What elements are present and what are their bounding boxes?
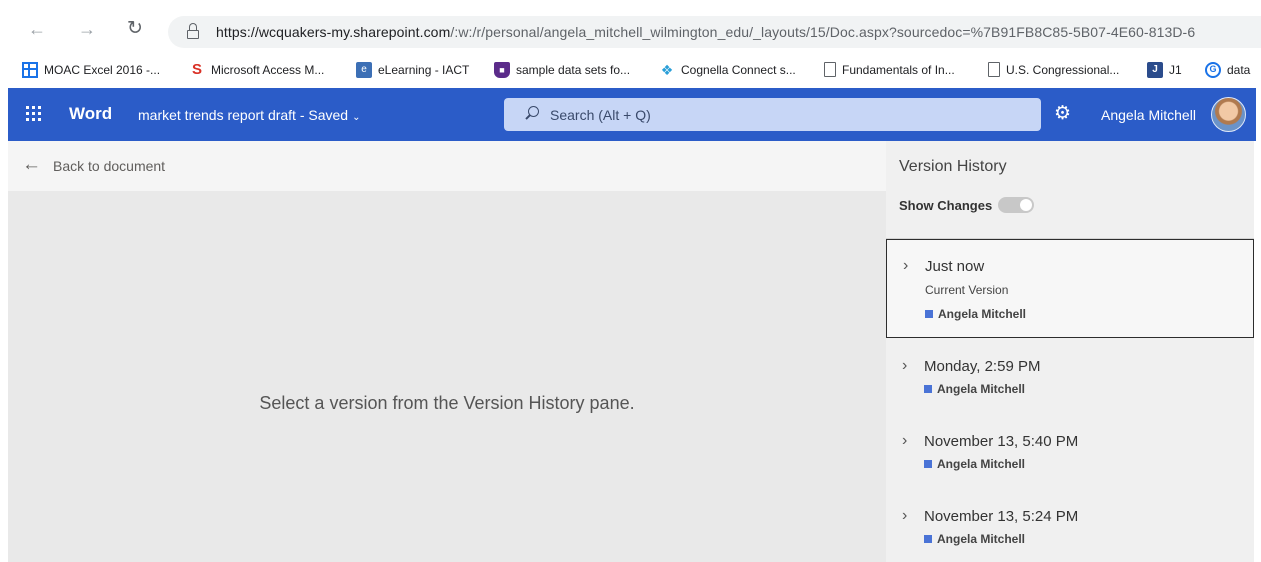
author-color-swatch xyxy=(925,310,933,318)
app-launcher-icon[interactable] xyxy=(26,106,42,122)
version-item[interactable]: › November 13, 5:24 PM Angela Mitchell xyxy=(886,496,1254,562)
toggle-knob xyxy=(1020,199,1032,211)
back-arrow-icon[interactable]: ← xyxy=(26,18,48,40)
bookmark-microsoft-access[interactable]: S Microsoft Access M... xyxy=(189,60,324,80)
version-author: Angela Mitchell xyxy=(924,382,1025,396)
page-icon xyxy=(988,62,1000,78)
bookmark-data[interactable]: Gdata xyxy=(1205,60,1250,80)
bookmark-fundamentals[interactable]: Fundamentals of In... xyxy=(824,60,955,80)
reload-icon[interactable]: ↻ xyxy=(124,18,146,40)
version-history-pane: Version History Show Changes › Just now … xyxy=(886,141,1254,562)
search-icon xyxy=(524,106,540,122)
shield-icon: ■ xyxy=(494,61,510,78)
bookmark-cognella[interactable]: ❖ Cognella Connect s... xyxy=(659,60,796,80)
bookmark-sample-data[interactable]: ■ sample data sets fo... xyxy=(494,60,630,80)
version-time: Monday, 2:59 PM xyxy=(924,358,1041,375)
chevron-down-icon: ⌄ xyxy=(352,112,361,123)
lock-icon xyxy=(186,23,200,39)
back-label: Back to document xyxy=(53,158,166,174)
version-author: Angela Mitchell xyxy=(924,457,1025,471)
chevron-right-icon[interactable]: › xyxy=(903,257,908,275)
search-placeholder: Search (Alt + Q) xyxy=(550,107,651,123)
gear-icon[interactable]: ⚙ xyxy=(1054,104,1071,124)
back-arrow-icon: ← xyxy=(22,154,41,175)
version-time: November 13, 5:40 PM xyxy=(924,433,1079,450)
g-logo-icon: G xyxy=(1205,61,1221,78)
forward-arrow-icon[interactable]: → xyxy=(76,18,98,40)
url-text: https://wcquakers-my.sharepoint.com/:w:/… xyxy=(216,24,1196,40)
address-bar[interactable]: https://wcquakers-my.sharepoint.com/:w:/… xyxy=(168,16,1261,48)
bookmarks-bar: MOAC Excel 2016 -... S Microsoft Access M… xyxy=(0,52,1261,88)
word-header: Word market trends report draft - Saved ⌄… xyxy=(8,88,1256,141)
avatar[interactable] xyxy=(1211,97,1246,132)
s-logo-icon: S xyxy=(191,60,202,78)
j-logo-icon: J xyxy=(1147,61,1163,78)
user-name[interactable]: Angela Mitchell xyxy=(1101,107,1196,123)
bookmark-j1[interactable]: J J1 xyxy=(1147,60,1182,80)
document-canvas: Select a version from the Version Histor… xyxy=(8,191,886,562)
browser-toolbar: ← → ↻ https://wcquakers-my.sharepoint.co… xyxy=(0,0,1261,52)
diamond-icon: ❖ xyxy=(660,61,674,78)
version-item[interactable]: › Monday, 2:59 PM Angela Mitchell xyxy=(886,346,1254,416)
grid-icon xyxy=(22,61,38,78)
version-time: November 13, 5:24 PM xyxy=(924,508,1079,525)
author-color-swatch xyxy=(924,385,932,393)
bookmark-congressional[interactable]: U.S. Congressional... xyxy=(988,60,1119,80)
bookmark-elearning[interactable]: e eLearning - IACT xyxy=(356,60,469,80)
app-name[interactable]: Word xyxy=(69,104,112,124)
version-time: Just now xyxy=(925,258,985,275)
bookmark-moac-excel[interactable]: MOAC Excel 2016 -... xyxy=(22,60,160,80)
chevron-right-icon[interactable]: › xyxy=(902,507,907,525)
version-item-current[interactable]: › Just now Current Version Angela Mitche… xyxy=(886,239,1254,338)
pane-title: Version History xyxy=(899,158,1007,175)
show-changes-toggle[interactable] xyxy=(998,197,1034,213)
author-color-swatch xyxy=(924,535,932,543)
version-item[interactable]: › November 13, 5:40 PM Angela Mitchell xyxy=(886,421,1254,491)
version-subtitle: Current Version xyxy=(925,283,1009,297)
empty-state-message: Select a version from the Version Histor… xyxy=(259,393,635,413)
chevron-right-icon[interactable]: › xyxy=(902,432,907,450)
version-author: Angela Mitchell xyxy=(924,532,1025,546)
chevron-right-icon[interactable]: › xyxy=(902,357,907,375)
search-input[interactable]: Search (Alt + Q) xyxy=(504,98,1041,131)
author-color-swatch xyxy=(924,460,932,468)
back-to-document-button[interactable]: ← Back to document xyxy=(8,141,886,191)
version-author: Angela Mitchell xyxy=(925,307,1026,321)
show-changes-label: Show Changes xyxy=(899,198,993,213)
document-title-button[interactable]: market trends report draft - Saved ⌄ xyxy=(138,107,360,123)
elearning-icon: e xyxy=(356,61,372,78)
page-icon xyxy=(824,62,836,78)
